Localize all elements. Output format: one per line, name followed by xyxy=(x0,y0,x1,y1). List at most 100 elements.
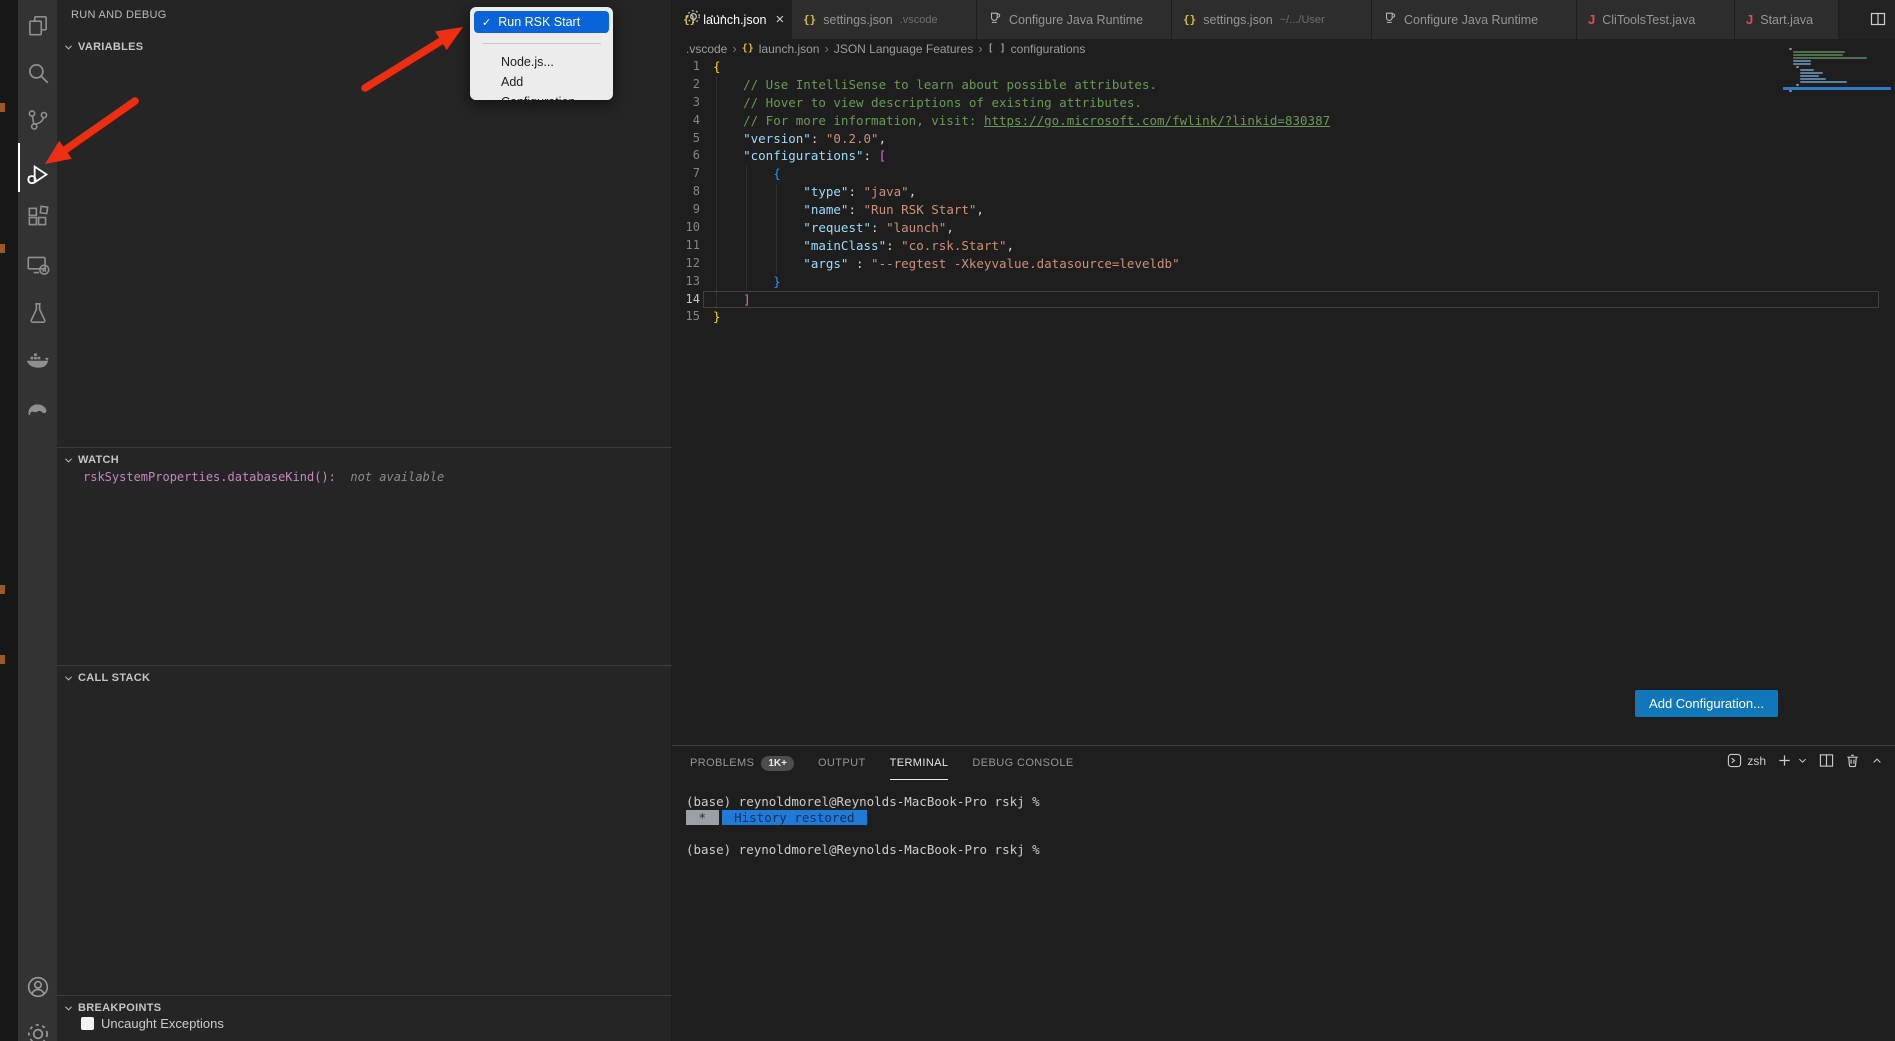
activity-item-gradle[interactable] xyxy=(18,388,57,428)
watch-expression-row[interactable]: rskSystemProperties.databaseKind(): not … xyxy=(83,470,444,484)
terminal-output[interactable]: (base) reynoldmorel@Reynolds-MacBook-Pro… xyxy=(686,794,1040,858)
code-token: // Hover to view descriptions of existin… xyxy=(713,95,1142,110)
panel-tab-debug-console[interactable]: DEBUG CONSOLE xyxy=(972,746,1073,780)
launch-profile-button[interactable]: zsh xyxy=(1727,753,1766,768)
panel-tab-terminal[interactable]: TERMINAL xyxy=(890,746,949,780)
terminal-line: (base) reynoldmorel@Reynolds-MacBook-Pro… xyxy=(686,842,1040,858)
code-line: 11 "mainClass": "co.rsk.Start", xyxy=(672,237,1895,255)
flask-icon xyxy=(25,300,51,326)
search-icon xyxy=(25,60,51,86)
section-divider xyxy=(57,447,672,448)
watch-section-header[interactable]: WATCH xyxy=(63,449,119,471)
activity-item-accounts[interactable] xyxy=(18,967,57,1007)
tab-configure-java-runtime[interactable]: Configure Java Runtime xyxy=(1372,0,1577,39)
minimap-line xyxy=(1796,66,1799,68)
code-token: // Use IntelliSense to learn about possi… xyxy=(713,77,1157,92)
close-icon[interactable]: × xyxy=(776,11,785,28)
add-configuration-button[interactable]: Add Configuration... xyxy=(1635,690,1778,717)
activity-item-search[interactable] xyxy=(18,53,57,93)
code-editor[interactable]: 1{2 // Use IntelliSense to learn about p… xyxy=(672,58,1895,326)
dropdown-item-add-configuration-[interactable]: Add Configuration... xyxy=(474,72,609,92)
dropdown-separator xyxy=(482,43,601,44)
java-file-icon: J xyxy=(1746,12,1753,27)
code-token: [ xyxy=(879,148,887,163)
panel-tab-label: PROBLEMS xyxy=(690,757,754,769)
maximize-panel-button[interactable] xyxy=(1871,755,1883,767)
section-label: BREAKPOINTS xyxy=(78,1002,161,1014)
code-line: 2 // Use IntelliSense to learn about pos… xyxy=(672,76,1895,94)
breadcrumb-item[interactable]: .vscode xyxy=(686,42,727,56)
activity-item-extensions[interactable] xyxy=(18,197,57,237)
minimap-line xyxy=(1800,69,1814,71)
open-launch-json-gear-icon[interactable] xyxy=(685,8,702,30)
minimap-line xyxy=(1800,78,1827,80)
views-more-actions-button[interactable]: … xyxy=(709,2,727,22)
breadcrumb-item[interactable]: JSON Language Features xyxy=(834,42,973,56)
variables-section-header[interactable]: VARIABLES xyxy=(63,36,143,58)
activity-item-docker[interactable] xyxy=(18,340,57,380)
breadcrumb-item[interactable]: configurations xyxy=(1011,42,1086,56)
sidebar-title: RUN AND DEBUG xyxy=(71,9,167,21)
activity-item-source-control[interactable] xyxy=(18,100,57,140)
breadcrumb-item[interactable]: launch.json xyxy=(759,42,820,56)
line-content: "version": "0.2.0", xyxy=(700,130,886,148)
line-content: "args" : "--regtest -Xkeyvalue.datasourc… xyxy=(700,255,1180,273)
edge-marker xyxy=(0,655,5,664)
minimap-line xyxy=(1793,57,1867,59)
vscode-window: { "icons": { "close": "×", "check": "✓",… xyxy=(0,0,1895,1041)
activity-item-run-and-debug[interactable] xyxy=(18,154,57,194)
section-label: VARIABLES xyxy=(78,41,143,53)
code-token: "mainClass" xyxy=(713,238,886,253)
shell-label: zsh xyxy=(1747,754,1766,768)
gear-icon xyxy=(25,1021,51,1041)
activity-item-manage[interactable] xyxy=(18,1014,57,1041)
panel-tab-problems[interactable]: PROBLEMS1K+ xyxy=(690,746,794,780)
chevron-down-icon xyxy=(63,673,74,684)
code-token: : xyxy=(864,148,879,163)
chevron-down-icon xyxy=(1797,755,1808,766)
activity-item-remote-explorer[interactable] xyxy=(18,245,57,285)
minimap[interactable] xyxy=(1789,48,1889,93)
tab-start-java[interactable]: JStart.java xyxy=(1735,0,1839,39)
split-icon xyxy=(1819,753,1834,768)
code-link[interactable]: https://go.microsoft.com/fwlink/?linkid=… xyxy=(984,113,1330,128)
tab-settings-json[interactable]: {}settings.json.vscode xyxy=(792,0,977,39)
activity-item-explorer[interactable] xyxy=(18,6,57,46)
account-icon xyxy=(25,974,51,1000)
kill-terminal-button[interactable] xyxy=(1845,753,1860,768)
java-runtime-cup-icon xyxy=(1383,11,1397,28)
dropdown-item-node-js-[interactable]: Node.js... xyxy=(474,52,609,72)
line-content: "type": "java", xyxy=(700,183,916,201)
line-number: 12 xyxy=(672,255,700,273)
code-line: 13 } xyxy=(672,273,1895,291)
code-token: "type" xyxy=(713,184,848,199)
code-token: : xyxy=(848,256,871,271)
code-token: , xyxy=(909,184,917,199)
code-token: "0.2.0" xyxy=(826,131,879,146)
watch-value: not available xyxy=(343,470,444,484)
breakpoint-row[interactable]: Uncaught Exceptions xyxy=(81,1016,224,1031)
panel-tab-output[interactable]: OUTPUT xyxy=(818,746,866,780)
new-terminal-button[interactable] xyxy=(1777,753,1808,768)
line-number: 5 xyxy=(672,130,700,148)
call-stack-section-header[interactable]: CALL STACK xyxy=(63,667,150,689)
tab-configure-java-runtime[interactable]: Configure Java Runtime xyxy=(977,0,1172,39)
extensions-icon xyxy=(25,204,51,230)
tab-clitoolstest-java[interactable]: JCliToolsTest.java xyxy=(1577,0,1735,39)
json-file-icon: {} xyxy=(742,43,754,54)
split-editor-icon[interactable] xyxy=(1870,11,1886,32)
panel-controls: zsh xyxy=(1727,753,1883,768)
tab-path-suffix: .vscode xyxy=(900,14,938,26)
activity-item-testing[interactable] xyxy=(18,293,57,333)
split-terminal-button[interactable] xyxy=(1819,753,1834,768)
line-number: 15 xyxy=(672,308,700,326)
code-line: 7 { xyxy=(672,165,1895,183)
uncaught-exceptions-checkbox[interactable] xyxy=(81,1017,94,1030)
terminal-icon xyxy=(1727,753,1742,768)
code-token: "name" xyxy=(713,202,848,217)
dropdown-selected-item[interactable]: ✓ Run RSK Start xyxy=(474,11,609,33)
bottom-panel: PROBLEMS1K+ OUTPUT TERMINAL DEBUG CONSOLE z… xyxy=(672,745,1895,1041)
tab-settings-json[interactable]: {}settings.json~/.../User xyxy=(1172,0,1372,39)
code-token: : xyxy=(848,184,863,199)
line-content: { xyxy=(700,58,721,76)
